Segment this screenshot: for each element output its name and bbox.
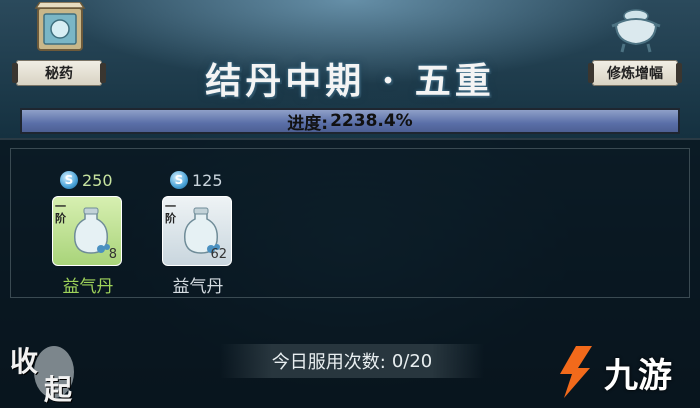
collapse-button[interactable]: 收 起: [6, 338, 76, 406]
secret-medicine-button[interactable]: 秘药: [12, 0, 106, 90]
spirit-stone-icon: S: [60, 171, 78, 189]
pill-item-1[interactable]: S 250 一阶 8 益气丹: [50, 168, 130, 298]
item-count: 8: [108, 247, 117, 262]
logo-text: 九游: [604, 355, 672, 396]
progress-value: 2238.4%: [330, 111, 413, 131]
usage-value: 0/20: [391, 350, 433, 372]
item-name: 益气丹: [62, 277, 114, 297]
pill-card[interactable]: 一阶 62: [162, 196, 232, 266]
item-count: 62: [210, 247, 227, 262]
cultivation-boost-button[interactable]: 修炼增幅: [588, 0, 682, 90]
collapse-char-1: 收: [10, 345, 39, 378]
collapse-char-2: 起: [44, 373, 73, 406]
cultivation-boost-label: 修炼增幅: [588, 60, 682, 86]
tier-label: 一阶: [55, 200, 66, 225]
progress-bar: 进度: 2238.4%: [20, 108, 680, 134]
secret-medicine-label: 秘药: [12, 60, 106, 86]
cost-value: 250: [82, 170, 113, 190]
item-cost: S 250: [60, 168, 113, 192]
cost-value: 125: [192, 170, 223, 190]
incense-burner-icon: [611, 9, 661, 53]
progress-label: 进度:: [287, 113, 329, 134]
pill-item-2[interactable]: S 125 一阶 62 益气丹: [160, 168, 240, 298]
spirit-stone-icon: S: [170, 171, 188, 189]
daily-usage: 今日服用次数: 0/20: [220, 344, 484, 378]
tier-label: 一阶: [165, 200, 176, 225]
item-cost: S 125: [170, 168, 223, 192]
medicine-cabinet-icon: [34, 2, 86, 51]
item-name: 益气丹: [172, 277, 224, 297]
realm-title: 结丹中期 · 五重: [205, 60, 495, 102]
pill-card[interactable]: 一阶 8: [52, 196, 122, 266]
jiuyou-logo: 九游: [556, 342, 696, 402]
usage-label: 今日服用次数:: [271, 352, 386, 373]
jiuyou-logo-mark-icon: [560, 346, 592, 398]
progress-text: 进度: 2238.4%: [22, 110, 678, 134]
